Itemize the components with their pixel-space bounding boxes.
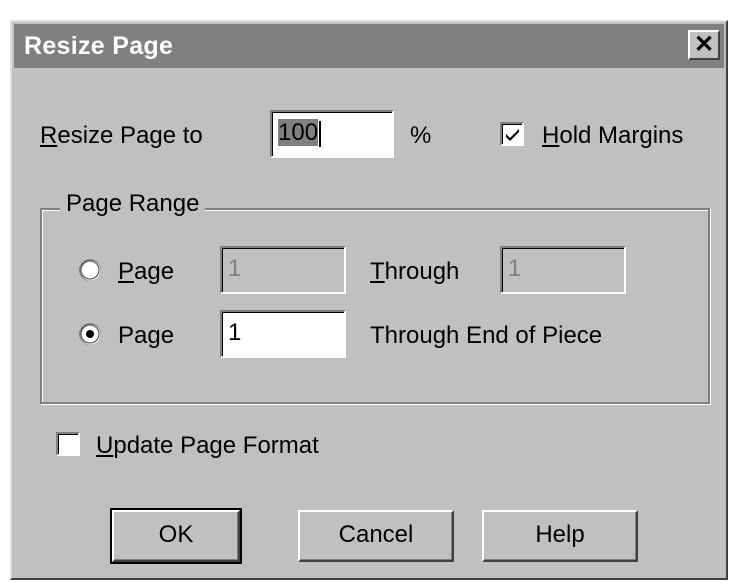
close-icon: ✕ bbox=[693, 31, 715, 58]
radio-page-range-label[interactable]: Page bbox=[118, 258, 174, 286]
radio-page-to-end-label[interactable]: Page bbox=[118, 322, 174, 350]
text-caret bbox=[319, 120, 322, 147]
through-label: Through bbox=[370, 258, 460, 285]
hold-margins-checkbox[interactable] bbox=[500, 122, 524, 146]
cancel-button[interactable]: Cancel bbox=[298, 510, 454, 562]
update-page-format-checkbox[interactable] bbox=[56, 432, 80, 456]
dialog-title: Resize Page bbox=[24, 32, 174, 60]
resize-page-dialog: Resize Page ✕ Resize Page to 100 % Hold … bbox=[10, 20, 728, 580]
resize-percent-value: 100 bbox=[278, 119, 319, 146]
close-button[interactable]: ✕ bbox=[688, 30, 720, 60]
percent-unit-label: % bbox=[410, 122, 432, 149]
hold-margins-label[interactable]: Hold Margins bbox=[542, 122, 683, 150]
resize-page-label: Resize Page to bbox=[40, 122, 203, 149]
page-range-from-input[interactable]: 1 bbox=[220, 246, 346, 294]
page-range-to-input[interactable]: 1 bbox=[500, 246, 626, 294]
help-button[interactable]: Help bbox=[482, 510, 638, 562]
radio-page-range-unselected[interactable] bbox=[78, 258, 102, 282]
update-page-format-label[interactable]: Update Page Format bbox=[96, 432, 319, 460]
title-bar[interactable]: Resize Page ✕ bbox=[14, 24, 724, 68]
page-to-end-from-input[interactable]: 1 bbox=[220, 310, 346, 358]
page-range-legend: Page Range bbox=[60, 190, 206, 218]
page-range-group bbox=[40, 208, 710, 404]
ok-button[interactable]: OK bbox=[110, 508, 242, 564]
resize-percent-input[interactable]: 100 bbox=[270, 110, 394, 158]
radio-page-to-end-selected[interactable] bbox=[78, 322, 102, 346]
through-end-of-piece-label: Through End of Piece bbox=[370, 322, 603, 349]
checkmark-icon bbox=[506, 129, 519, 141]
